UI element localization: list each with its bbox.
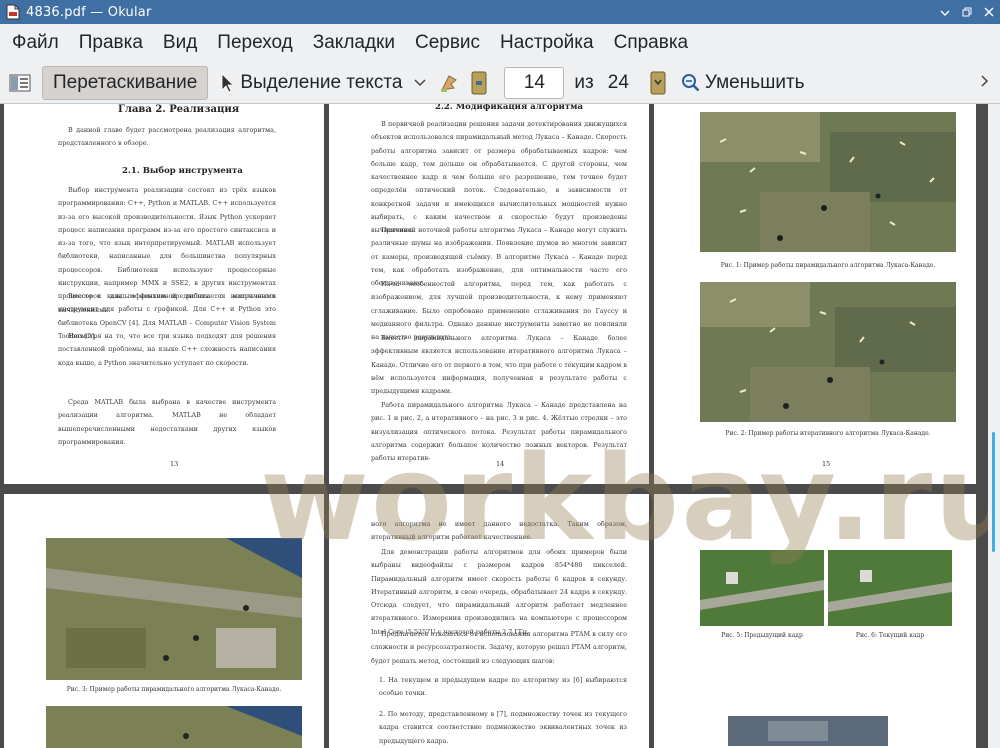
total-pages-label: 24 (607, 71, 629, 93)
document-page-18: Рис. 5: Предыдущий кадр Рис. 6: Текущий … (654, 494, 976, 748)
zoom-out-button[interactable]: Уменьшить (681, 66, 805, 100)
menu-bar: Файл Правка Вид Переход Закладки Сервис … (0, 24, 1000, 62)
paragraph: В данной главе будет рассмотрена реализа… (58, 126, 276, 148)
document-page-13: Глава 2. Реализация В данной главе будет… (4, 104, 324, 484)
cursor-arrow-icon (220, 72, 235, 93)
figure-caption: Рис. 3: Пример работы пирамидального алг… (66, 686, 282, 693)
paragraph: Несмотря на то, что все три языка подход… (58, 332, 276, 367)
figure-caption: Рис. 6: Текущий кадр (855, 632, 925, 639)
window-title: 4836.pdf — Okular (26, 4, 152, 20)
document-viewer[interactable]: Глава 2. Реализация В данной главе будет… (0, 104, 988, 748)
next-page-icon[interactable] (649, 71, 667, 95)
figure-caption: Рис. 1: Пример работы пирамидального алг… (720, 262, 936, 269)
page-number: 15 (822, 460, 831, 468)
menu-view[interactable]: Вид (153, 26, 207, 60)
section-heading: 2.2. Модификация алгоритма (435, 104, 583, 112)
figure-image (700, 550, 824, 626)
more-tools-icon[interactable] (980, 74, 990, 88)
menu-bookmarks[interactable]: Закладки (303, 26, 405, 60)
chapter-heading: Глава 2. Реализация (118, 104, 240, 115)
document-page-14: 2.2. Модификация алгоритма В первичной р… (329, 104, 649, 484)
document-page-15: Рис. 1: Пример работы пирамидального алг… (654, 104, 976, 484)
scrollbar-thumb[interactable] (992, 432, 995, 552)
paragraph: ного алгоритма не имеет данного недостат… (371, 520, 627, 542)
drag-mode-label: Перетаскивание (53, 71, 198, 93)
minimize-icon[interactable] (934, 1, 956, 23)
sidebar-toggle-icon[interactable] (6, 69, 34, 97)
vertical-scrollbar[interactable] (988, 104, 1000, 748)
list-item: 2. По методу, представленному в [7], под… (379, 710, 627, 745)
paragraph: Для демонстрации работы алгоритмов для о… (371, 548, 627, 636)
zoom-out-label: Уменьшить (704, 71, 805, 93)
menu-settings[interactable]: Настройка (490, 26, 604, 60)
close-icon[interactable] (978, 1, 1000, 23)
menu-go[interactable]: Переход (207, 26, 302, 60)
menu-help[interactable]: Справка (604, 26, 699, 60)
document-page-17: ного алгоритма не имеет данного недостат… (329, 494, 649, 748)
magnifier-icon (681, 73, 701, 93)
page-number: 14 (496, 460, 505, 468)
paragraph: В первичной реализации решения задачи де… (371, 120, 627, 235)
page-icon[interactable] (470, 71, 488, 95)
figure-image (700, 112, 956, 252)
figure-image (728, 716, 888, 746)
figure-image (46, 706, 302, 748)
list-item: 1. На текущем и предыдущем кадре по алго… (379, 676, 627, 698)
menu-file[interactable]: Файл (2, 26, 69, 60)
paragraph: Работа пирамидального алгоритма Лукаса –… (371, 401, 627, 463)
document-page-16: Рис. 3: Пример работы пирамидального алг… (4, 494, 324, 748)
figure-caption: Рис. 5: Предыдущий кадр (721, 632, 803, 639)
menu-tools[interactable]: Сервис (405, 26, 490, 60)
pdf-file-icon (6, 4, 20, 20)
drag-mode-button[interactable]: Перетаскивание (42, 65, 209, 100)
menu-edit[interactable]: Правка (69, 26, 153, 60)
previous-page-icon[interactable] (438, 72, 460, 94)
chevron-down-icon[interactable] (414, 78, 426, 88)
restore-icon[interactable] (956, 1, 978, 23)
page-number-input[interactable] (504, 66, 565, 99)
paragraph: Вместо пирамидального алгоритма Лукаса –… (371, 334, 627, 396)
page-number: 13 (170, 460, 179, 468)
paragraph: Среда MATLAB была выбрана в качестве инс… (58, 398, 276, 446)
figure-caption: Рис. 2: Пример работы итеративного алгор… (725, 430, 931, 437)
section-heading: 2.1. Выбор инструмента (122, 166, 243, 176)
text-select-button[interactable]: Выделение текста (220, 66, 402, 100)
figure-image (46, 538, 302, 680)
main-toolbar: Перетаскивание Выделение текста из 24 Ум… (0, 62, 1000, 104)
figure-image (828, 550, 952, 626)
page-of-label: из (574, 71, 594, 93)
figure-image (700, 282, 956, 422)
window-titlebar: 4836.pdf — Okular (0, 0, 1000, 24)
text-select-label: Выделение текста (240, 71, 403, 93)
paragraph: Предлагается отказаться от использования… (371, 630, 627, 665)
